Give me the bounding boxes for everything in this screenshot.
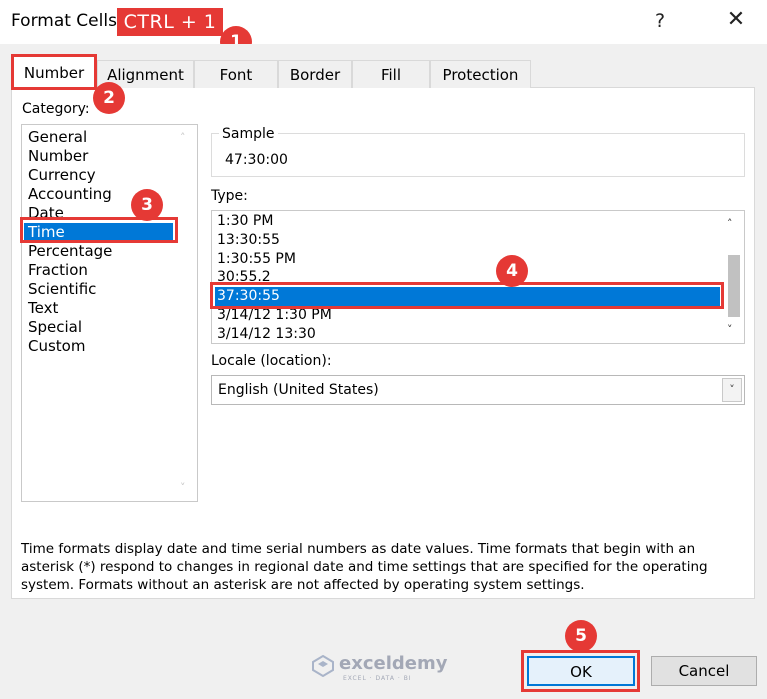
locale-dropdown[interactable]: English (United States) ˅: [211, 375, 745, 405]
tab-fill[interactable]: Fill: [352, 60, 430, 88]
type-scrollbar[interactable]: ˄ ˅: [722, 211, 744, 343]
watermark-tagline: EXCEL · DATA · BI: [343, 675, 412, 682]
chevron-up-icon[interactable]: ˄: [727, 217, 733, 230]
sample-label: Sample: [219, 126, 278, 142]
type-item[interactable]: 3/14/12 13:30: [217, 325, 316, 343]
time-category-highlight: [20, 217, 178, 243]
step-badge-5: 5: [565, 620, 597, 652]
category-item-custom[interactable]: Custom: [28, 337, 85, 356]
chevron-down-icon[interactable]: ˅: [180, 481, 186, 494]
type-item[interactable]: 13:30:55: [217, 231, 280, 250]
category-item-currency[interactable]: Currency: [28, 166, 96, 185]
category-item-number[interactable]: Number: [28, 147, 88, 166]
chevron-down-icon[interactable]: ˅: [727, 323, 733, 336]
help-button[interactable]: ?: [655, 10, 665, 32]
category-item-special[interactable]: Special: [28, 318, 82, 337]
scrollbar-thumb[interactable]: [728, 255, 740, 317]
category-item-general[interactable]: General: [28, 128, 87, 147]
step-badge-4: 4: [496, 255, 528, 287]
category-item-scientific[interactable]: Scientific: [28, 280, 96, 299]
category-item-percentage[interactable]: Percentage: [28, 242, 112, 261]
tab-border[interactable]: Border: [278, 60, 352, 88]
dialog-title: Format Cells: [11, 11, 117, 31]
watermark-name: exceldemy: [339, 653, 448, 674]
tab-protection[interactable]: Protection: [430, 60, 531, 88]
chevron-down-icon[interactable]: ˅: [722, 378, 742, 402]
step-badge-2: 2: [93, 82, 125, 114]
format-description: Time formats display date and time seria…: [21, 541, 708, 593]
type-list[interactable]: 1:30 PM 13:30:55 1:30:55 PM 30:55.2 37:3…: [211, 210, 745, 344]
type-item[interactable]: 1:30:55 PM: [217, 250, 296, 269]
category-scrollbar[interactable]: ˄ ˅: [175, 125, 197, 501]
type-selection-callout: [210, 282, 724, 309]
category-list[interactable]: General Number Currency Accounting Date …: [21, 124, 198, 502]
tab-font[interactable]: Font: [194, 60, 278, 88]
close-icon[interactable]: ✕: [721, 5, 751, 35]
category-label: Category:: [22, 101, 90, 117]
sample-value: 47:30:00: [225, 152, 288, 168]
number-tab-highlight: [11, 54, 97, 90]
category-item-accounting[interactable]: Accounting: [28, 185, 112, 204]
category-item-text[interactable]: Text: [28, 299, 58, 318]
exceldemy-logo-icon: [312, 655, 334, 677]
locale-label: Locale (location):: [211, 353, 332, 369]
step-badge-3: 3: [131, 189, 163, 221]
locale-value: English (United States): [218, 382, 379, 398]
chevron-up-icon[interactable]: ˄: [180, 131, 186, 144]
ok-button-highlight: [521, 650, 640, 692]
sample-group: [211, 133, 745, 177]
type-item[interactable]: 1:30 PM: [217, 212, 273, 231]
shortcut-annotation: CTRL + 1: [117, 8, 223, 36]
category-item-fraction[interactable]: Fraction: [28, 261, 88, 280]
cancel-button[interactable]: Cancel: [651, 656, 757, 686]
type-label: Type:: [211, 188, 248, 204]
